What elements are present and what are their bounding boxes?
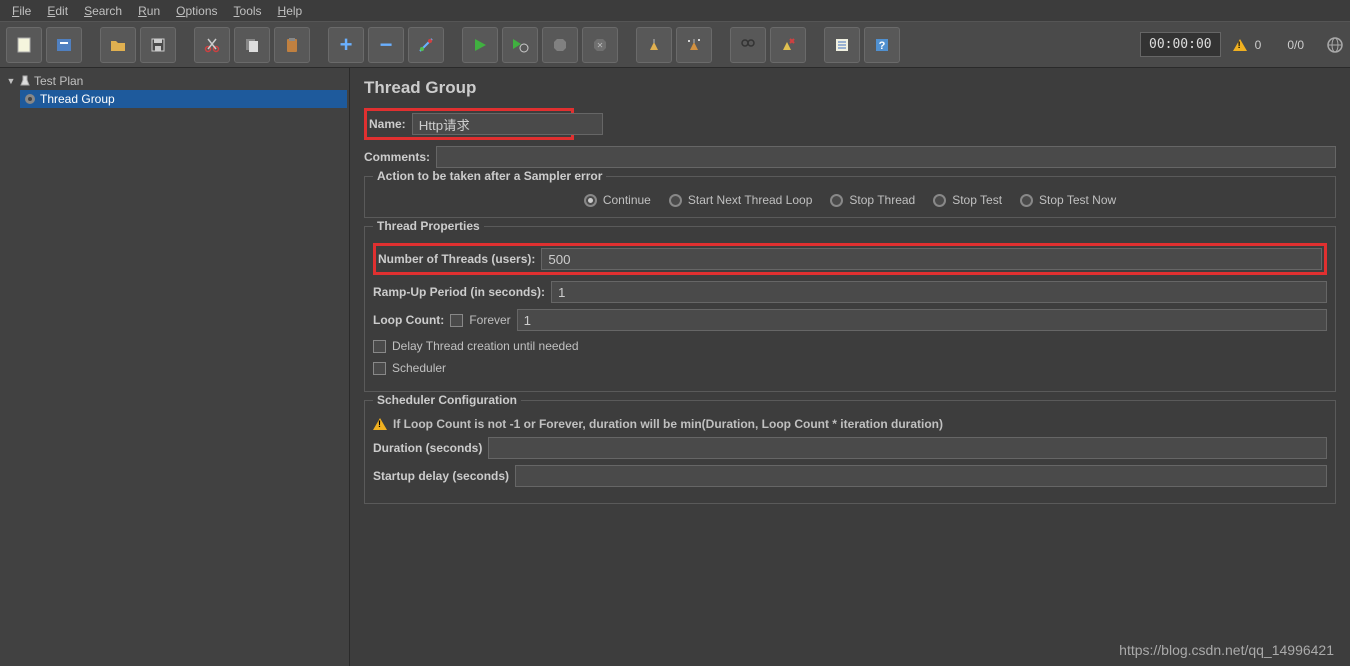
start-button[interactable]: [462, 27, 498, 63]
toolbar: + − ✕ ? 00:00:00 0 0/0: [0, 22, 1350, 68]
watermark: https://blog.csdn.net/qq_14996421: [1119, 642, 1334, 658]
startup-delay-label: Startup delay (seconds): [373, 469, 509, 483]
thread-properties-fieldset: Thread Properties Number of Threads (use…: [364, 226, 1336, 392]
tree-label-thread-group: Thread Group: [40, 92, 115, 106]
collapse-button[interactable]: −: [368, 27, 404, 63]
radio-icon: [830, 194, 843, 207]
start-no-timers-button[interactable]: [502, 27, 538, 63]
num-threads-row-highlight: Number of Threads (users):: [373, 243, 1327, 275]
copy-button[interactable]: [234, 27, 270, 63]
menu-search[interactable]: Search: [76, 1, 130, 21]
scheduler-label: Scheduler: [392, 361, 446, 375]
radio-icon: [933, 194, 946, 207]
warning-count: 0: [1255, 38, 1262, 52]
open-button[interactable]: [100, 27, 136, 63]
delay-thread-label: Delay Thread creation until needed: [392, 339, 579, 353]
thread-ratio: 0/0: [1287, 38, 1304, 52]
menu-tools[interactable]: Tools: [226, 1, 270, 21]
menu-options[interactable]: Options: [168, 1, 225, 21]
cut-button[interactable]: [194, 27, 230, 63]
radio-continue[interactable]: Continue: [584, 193, 651, 207]
duration-label: Duration (seconds): [373, 441, 482, 455]
tree-node-test-plan[interactable]: ▼ Test Plan: [2, 72, 347, 90]
thread-group-icon: [24, 93, 36, 105]
menu-edit[interactable]: Edit: [39, 1, 76, 21]
menubar: File Edit Search Run Options Tools Help: [0, 0, 1350, 22]
scheduler-checkbox[interactable]: [373, 362, 386, 375]
save-button[interactable]: [140, 27, 176, 63]
tree-label-test-plan: Test Plan: [34, 74, 83, 88]
svg-text:✕: ✕: [597, 41, 604, 50]
name-input[interactable]: [412, 113, 603, 135]
svg-text:?: ?: [879, 40, 886, 52]
num-threads-label: Number of Threads (users):: [378, 252, 535, 266]
thread-group-panel: Thread Group Name: Comments: Action to b…: [350, 68, 1350, 666]
rampup-input[interactable]: [551, 281, 1327, 303]
menu-run[interactable]: Run: [130, 1, 168, 21]
elapsed-timer: 00:00:00: [1140, 32, 1221, 57]
startup-delay-input[interactable]: [515, 465, 1327, 487]
search-button[interactable]: [730, 27, 766, 63]
clear-button[interactable]: [636, 27, 672, 63]
expand-button[interactable]: +: [328, 27, 364, 63]
globe-icon: [1326, 36, 1344, 54]
toggle-button[interactable]: [408, 27, 444, 63]
name-row-highlight: Name:: [364, 108, 574, 140]
forever-checkbox[interactable]: [450, 314, 463, 327]
tree-node-thread-group[interactable]: Thread Group: [20, 90, 347, 108]
stop-button[interactable]: [542, 27, 578, 63]
templates-button[interactable]: [46, 27, 82, 63]
radio-stop-test-now[interactable]: Stop Test Now: [1020, 193, 1116, 207]
radio-icon: [669, 194, 682, 207]
warning-icon: [1233, 39, 1247, 51]
duration-input[interactable]: [488, 437, 1327, 459]
scheduler-warning-text: If Loop Count is not -1 or Forever, dura…: [393, 417, 943, 431]
radio-stop-thread[interactable]: Stop Thread: [830, 193, 915, 207]
panel-title: Thread Group: [364, 78, 1336, 98]
shutdown-button[interactable]: ✕: [582, 27, 618, 63]
menu-help[interactable]: Help: [270, 1, 311, 21]
thread-properties-legend: Thread Properties: [373, 219, 484, 233]
radio-icon: [584, 194, 597, 207]
comments-input[interactable]: [436, 146, 1336, 168]
test-plan-tree[interactable]: ▼ Test Plan Thread Group: [0, 68, 350, 666]
radio-start-next[interactable]: Start Next Thread Loop: [669, 193, 813, 207]
test-plan-icon: [20, 75, 30, 87]
sampler-error-legend: Action to be taken after a Sampler error: [373, 169, 606, 183]
num-threads-input[interactable]: [541, 248, 1322, 270]
scheduler-config-fieldset: Scheduler Configuration If Loop Count is…: [364, 400, 1336, 504]
radio-icon: [1020, 194, 1033, 207]
paste-button[interactable]: [274, 27, 310, 63]
expand-toggle-icon[interactable]: ▼: [6, 76, 16, 86]
menu-file[interactable]: File: [4, 1, 39, 21]
loopcount-label: Loop Count:: [373, 313, 444, 327]
radio-stop-test[interactable]: Stop Test: [933, 193, 1002, 207]
comments-label: Comments:: [364, 150, 430, 164]
new-button[interactable]: [6, 27, 42, 63]
sampler-error-fieldset: Action to be taken after a Sampler error…: [364, 176, 1336, 218]
forever-label: Forever: [469, 313, 510, 327]
rampup-label: Ramp-Up Period (in seconds):: [373, 285, 545, 299]
loopcount-input[interactable]: [517, 309, 1327, 331]
name-label: Name:: [369, 117, 406, 131]
help-button[interactable]: ?: [864, 27, 900, 63]
reset-search-button[interactable]: [770, 27, 806, 63]
clear-all-button[interactable]: [676, 27, 712, 63]
warning-icon: [373, 418, 387, 430]
function-helper-button[interactable]: [824, 27, 860, 63]
status-area: 0 0/0: [1233, 36, 1344, 54]
scheduler-config-legend: Scheduler Configuration: [373, 393, 521, 407]
delay-thread-checkbox[interactable]: [373, 340, 386, 353]
